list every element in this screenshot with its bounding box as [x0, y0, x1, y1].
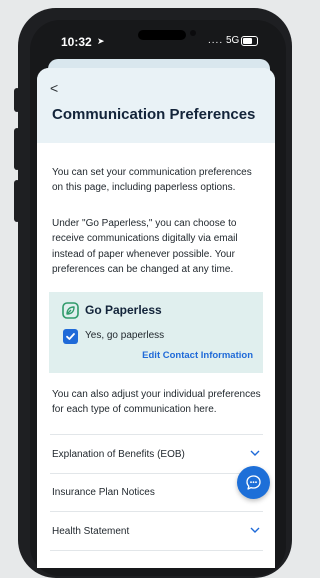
- chat-button[interactable]: [237, 466, 270, 499]
- preference-row-eob[interactable]: Explanation of Benefits (EOB): [50, 434, 263, 474]
- communication-preferences-page: < Communication Preferences You can set …: [37, 68, 275, 568]
- leaf-icon: [62, 302, 79, 319]
- paperless-checkbox[interactable]: [63, 329, 78, 344]
- network-label: 5G: [226, 35, 240, 46]
- chat-bubble-icon: [246, 475, 261, 490]
- camera-icon: [190, 30, 196, 36]
- page-title: Communication Preferences: [52, 106, 256, 123]
- dynamic-island: [138, 30, 186, 40]
- preference-row-plan-notices[interactable]: Insurance Plan Notices: [50, 473, 263, 512]
- preference-row-label: Insurance Plan Notices: [52, 487, 155, 498]
- go-paperless-title: Go Paperless: [85, 303, 162, 317]
- chevron-down-icon: [250, 527, 260, 533]
- checkmark-icon: [66, 333, 75, 340]
- location-arrow-icon: ➤: [97, 36, 105, 46]
- signal-icon: ....: [208, 35, 224, 46]
- preference-row-label: Explanation of Benefits (EOB): [52, 449, 185, 460]
- paperless-checkbox-label[interactable]: Yes, go paperless: [85, 330, 164, 341]
- adjust-preferences-text: You can also adjust your individual pref…: [52, 389, 261, 416]
- preference-row-health-statement[interactable]: Health Statement: [50, 512, 263, 551]
- status-time: 10:32: [61, 35, 92, 49]
- page-header: < Communication Preferences: [37, 68, 275, 143]
- edit-contact-information-link[interactable]: Edit Contact Information: [142, 350, 253, 361]
- status-bar: 10:32 ➤ .... 5G: [30, 20, 286, 60]
- preference-row-label: Health Statement: [52, 526, 130, 537]
- intro-text: You can set your communication preferenc…: [52, 167, 252, 194]
- battery-icon: [241, 36, 258, 46]
- back-button[interactable]: <: [50, 80, 58, 96]
- paperless-description: Under "Go Paperless," you can choose to …: [52, 218, 238, 276]
- chevron-down-icon: [250, 450, 260, 456]
- go-paperless-card: Go Paperless Yes, go paperless Edit Cont…: [49, 292, 263, 373]
